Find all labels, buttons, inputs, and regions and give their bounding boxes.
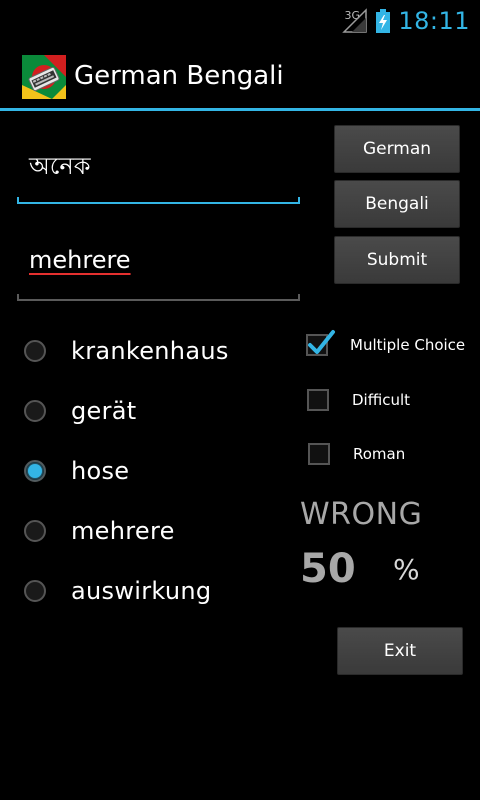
action-bar: German Bengali	[0, 42, 480, 110]
german-button[interactable]: German	[334, 125, 460, 173]
multiple-choice-checkbox[interactable]	[306, 330, 335, 356]
question-input-value: অনেক	[29, 152, 91, 180]
answer-input-underline	[17, 294, 300, 301]
radio-button[interactable]	[24, 340, 46, 362]
signal-strength-icon	[342, 8, 368, 33]
radio-button-selected[interactable]	[24, 460, 46, 482]
choice-label: hose	[71, 457, 130, 485]
difficult-checkbox[interactable]	[307, 389, 329, 411]
radio-button[interactable]	[24, 580, 46, 602]
score-value: 50	[300, 546, 356, 592]
choice-label: mehrere	[71, 517, 175, 545]
result-status: WRONG	[300, 497, 423, 532]
answer-input[interactable]: mehrere	[17, 226, 300, 304]
choice-krankenhaus[interactable]: krankenhaus	[24, 331, 228, 371]
radio-button[interactable]	[24, 400, 46, 422]
choice-gerat[interactable]: gerät	[24, 391, 136, 431]
answer-input-value: mehrere	[29, 246, 131, 274]
app-title: German Bengali	[74, 61, 284, 91]
status-bar: 3G 18:11	[0, 0, 480, 42]
battery-charging-icon	[376, 9, 391, 33]
checkmark-icon	[308, 330, 335, 354]
choice-mehrere[interactable]: mehrere	[24, 511, 174, 551]
action-bar-divider	[0, 108, 480, 111]
choice-label: krankenhaus	[71, 337, 229, 365]
choice-auswirkung[interactable]: auswirkung	[24, 571, 211, 611]
score-percent-sign: %	[393, 553, 420, 586]
roman-option[interactable]: Roman	[308, 439, 405, 469]
exit-button[interactable]: Exit	[337, 627, 463, 675]
choice-label: gerät	[71, 397, 137, 425]
roman-checkbox[interactable]	[308, 443, 330, 465]
question-input-underline	[17, 197, 300, 204]
bengali-button[interactable]: Bengali	[334, 180, 460, 228]
choice-label: auswirkung	[71, 577, 212, 605]
roman-label: Roman	[353, 445, 406, 463]
submit-button[interactable]: Submit	[334, 236, 460, 284]
difficult-option[interactable]: Difficult	[307, 385, 410, 415]
difficult-label: Difficult	[352, 391, 411, 409]
status-clock: 18:11	[398, 7, 470, 35]
multiple-choice-label: Multiple Choice	[350, 336, 466, 354]
app-logo-icon	[22, 55, 66, 99]
radio-button[interactable]	[24, 520, 46, 542]
multiple-choice-option[interactable]: Multiple Choice	[306, 330, 465, 360]
choice-hose[interactable]: hose	[24, 451, 129, 491]
question-input[interactable]: অনেক	[17, 126, 300, 206]
